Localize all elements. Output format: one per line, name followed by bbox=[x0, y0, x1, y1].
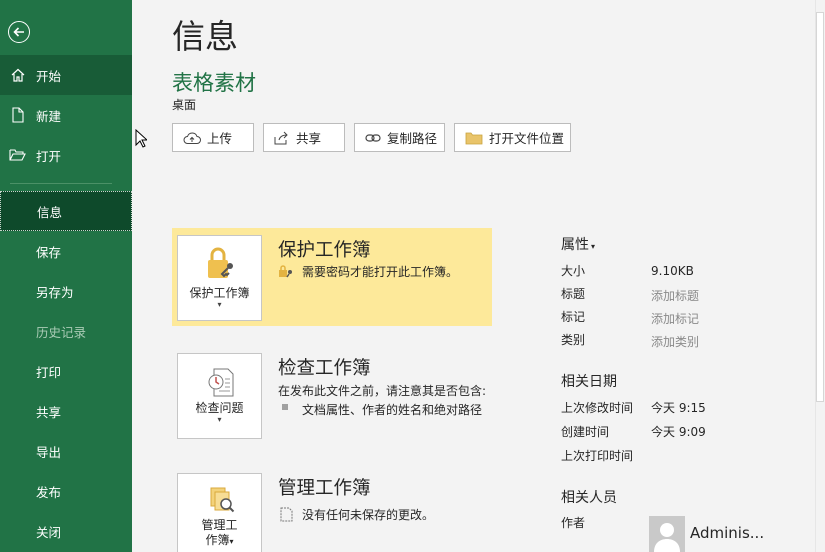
lock-small-icon bbox=[278, 264, 294, 281]
mouse-cursor-icon bbox=[135, 128, 149, 152]
sidebar-item-label: 信息 bbox=[37, 204, 63, 220]
back-arrow-icon[interactable] bbox=[8, 21, 30, 43]
sidebar-item-export[interactable]: 导出 bbox=[0, 431, 132, 471]
folder-icon bbox=[465, 131, 483, 145]
protect-title: 保护工作簿 bbox=[278, 240, 371, 261]
sidebar-item-start[interactable]: 开始 bbox=[0, 55, 132, 95]
new-document-icon bbox=[0, 107, 36, 123]
category-label: 类别 bbox=[561, 333, 586, 347]
protect-button-label: 保护工作簿 bbox=[189, 286, 250, 300]
sidebar-item-save-as[interactable]: 另存为 bbox=[0, 271, 132, 311]
sidebar-item-share[interactable]: 共享 bbox=[0, 391, 132, 431]
sidebar-item-print[interactable]: 打印 bbox=[0, 351, 132, 391]
avatar[interactable] bbox=[649, 516, 685, 552]
manage-description: 没有任何未保存的更改。 bbox=[302, 508, 435, 522]
protect-workbook-button[interactable]: 保护工作簿 ▾ bbox=[177, 235, 262, 321]
chevron-down-icon: ▾ bbox=[229, 537, 234, 546]
open-file-location-button[interactable]: 打开文件位置 bbox=[454, 123, 571, 152]
tags-field[interactable]: 添加标记 bbox=[651, 310, 699, 327]
sidebar-item-label: 关闭 bbox=[36, 524, 62, 540]
file-name: 表格素材 bbox=[172, 71, 256, 95]
sidebar-item-label: 导出 bbox=[36, 444, 62, 460]
lock-key-icon bbox=[178, 246, 261, 286]
bullet-icon bbox=[282, 404, 288, 410]
dates-heading: 相关日期 bbox=[561, 374, 617, 390]
sidebar-item-label: 打开 bbox=[36, 148, 62, 164]
tags-label: 标记 bbox=[561, 310, 586, 324]
sidebar-item-label: 开始 bbox=[36, 68, 62, 84]
backstage-sidebar: 开始 新建 打开 信息 保存 另存为 历史记录 打印 共享 导出 发布 关闭 bbox=[0, 0, 132, 552]
manage-label-line1: 管理工 bbox=[201, 518, 238, 532]
open-location-label: 打开文件位置 bbox=[489, 131, 565, 146]
size-label: 大小 bbox=[561, 264, 586, 278]
author-label: 作者 bbox=[561, 516, 586, 530]
created-label: 创建时间 bbox=[561, 425, 610, 439]
chevron-down-icon: ▾ bbox=[591, 242, 596, 251]
sidebar-item-label: 打印 bbox=[36, 364, 62, 380]
category-field[interactable]: 添加类别 bbox=[651, 333, 699, 350]
sidebar-item-label: 另存为 bbox=[36, 284, 74, 300]
properties-heading[interactable]: 属性 ▾ bbox=[561, 234, 595, 254]
file-location: 桌面 bbox=[172, 98, 197, 112]
manage-workbook-icon bbox=[178, 484, 261, 518]
page-title: 信息 bbox=[172, 17, 238, 56]
sidebar-item-label: 保存 bbox=[36, 244, 62, 260]
share-icon bbox=[274, 131, 290, 145]
manage-workbook-button[interactable]: 管理工 作簿▾ bbox=[177, 473, 262, 552]
inspect-description: 在发布此文件之前，请注意其是否包含: bbox=[278, 384, 487, 398]
sidebar-item-label: 历史记录 bbox=[36, 324, 87, 340]
inspect-bullet-text: 文档属性、作者的姓名和绝对路径 bbox=[302, 403, 483, 417]
sidebar-item-label: 发布 bbox=[36, 484, 62, 500]
inspect-document-icon bbox=[178, 365, 261, 401]
link-icon bbox=[365, 133, 381, 143]
inspect-title: 检查工作簿 bbox=[278, 358, 371, 379]
chevron-down-icon: ▾ bbox=[217, 300, 222, 309]
sidebar-item-publish[interactable]: 发布 bbox=[0, 471, 132, 511]
sidebar-item-close[interactable]: 关闭 bbox=[0, 511, 132, 551]
upload-button[interactable]: 上传 bbox=[172, 123, 254, 152]
copy-path-label: 复制路径 bbox=[387, 131, 438, 146]
chevron-down-icon: ▾ bbox=[217, 415, 222, 424]
sidebar-item-label: 共享 bbox=[36, 404, 62, 420]
scrollbar-thumb[interactable] bbox=[816, 12, 824, 402]
protect-description: 需要密码才能打开此工作簿。 bbox=[302, 265, 459, 279]
manage-label-text: 作簿 bbox=[205, 533, 230, 547]
check-issues-label: 检查问题 bbox=[195, 401, 244, 415]
size-value: 9.10KB bbox=[651, 264, 694, 278]
printed-label: 上次打印时间 bbox=[561, 449, 634, 463]
share-button[interactable]: 共享 bbox=[263, 123, 345, 152]
sidebar-item-info[interactable]: 信息 bbox=[0, 191, 132, 231]
sidebar-item-label: 新建 bbox=[36, 108, 62, 124]
title-field[interactable]: 添加标题 bbox=[651, 287, 699, 304]
document-dotted-icon bbox=[280, 507, 293, 525]
modified-value: 今天 9:15 bbox=[651, 401, 706, 415]
people-heading: 相关人员 bbox=[561, 490, 617, 506]
sidebar-item-history[interactable]: 历史记录 bbox=[0, 311, 132, 351]
sidebar-item-save[interactable]: 保存 bbox=[0, 231, 132, 271]
title-label: 标题 bbox=[561, 287, 586, 301]
folder-open-icon bbox=[0, 148, 36, 162]
check-issues-button[interactable]: 检查问题 ▾ bbox=[177, 353, 262, 439]
share-label: 共享 bbox=[296, 131, 322, 146]
copy-path-button[interactable]: 复制路径 bbox=[354, 123, 445, 152]
home-icon bbox=[0, 67, 36, 83]
sidebar-divider bbox=[10, 183, 112, 184]
sidebar-item-open[interactable]: 打开 bbox=[0, 135, 132, 175]
properties-heading-text: 属性 bbox=[561, 237, 589, 253]
author-name[interactable]: Adminis... bbox=[690, 524, 764, 542]
created-value: 今天 9:09 bbox=[651, 425, 706, 439]
manage-label-line2: 作簿▾ bbox=[178, 533, 261, 549]
manage-title: 管理工作簿 bbox=[278, 478, 371, 499]
cloud-upload-icon bbox=[183, 131, 201, 145]
sidebar-item-new[interactable]: 新建 bbox=[0, 95, 132, 135]
modified-label: 上次修改时间 bbox=[561, 401, 634, 415]
upload-label: 上传 bbox=[207, 131, 233, 146]
